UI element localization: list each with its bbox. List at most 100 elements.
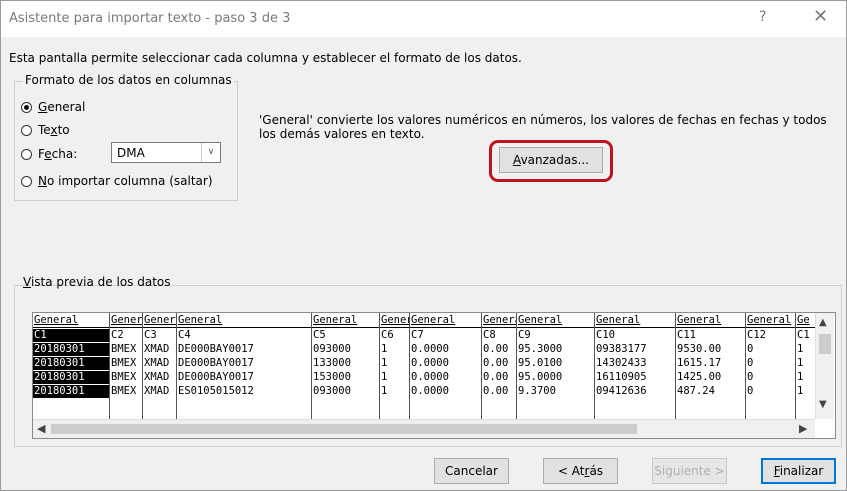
data-preview-label: Vista previa de los datos: [23, 275, 171, 289]
preview-cell: C3: [144, 329, 157, 341]
preview-cell: 093000: [313, 385, 351, 397]
column-format-header[interactable]: General: [517, 314, 595, 327]
back-button[interactable]: < Atrás: [543, 458, 618, 484]
preview-cell: 95.3000: [518, 343, 563, 355]
preview-cell: 14302433: [596, 357, 647, 369]
preview-cell: 0.00: [483, 343, 509, 355]
preview-cell: C4: [178, 329, 191, 341]
preview-cell: 0: [747, 343, 754, 355]
preview-cell: XMAD: [144, 357, 170, 369]
preview-cell: C1: [797, 329, 810, 341]
next-button[interactable]: Siguiente >: [652, 458, 727, 484]
column-separator[interactable]: [745, 313, 746, 419]
column-format-header[interactable]: General: [410, 314, 482, 327]
radio-text-label: Texto: [38, 123, 70, 137]
preview-cell: 0: [747, 371, 754, 383]
preview-cell: 20180301: [33, 385, 109, 398]
scroll-down-icon[interactable]: ▼: [819, 399, 827, 410]
column-separator[interactable]: [675, 313, 676, 419]
data-preview-grid[interactable]: GeneralGeneralGeneralGeneralGeneralGener…: [32, 312, 836, 439]
preview-row: C1 C2 C3 C4 C5 C6 C7 C8 C9 C10 C11 C12 C1: [33, 329, 815, 342]
column-format-header[interactable]: General: [143, 314, 177, 327]
column-separator[interactable]: [594, 313, 595, 419]
preview-cell: 1: [381, 385, 388, 397]
radio-selected-icon[interactable]: [21, 101, 32, 113]
vertical-scrollbar[interactable]: ▲ ▼: [815, 313, 834, 419]
radio-icon[interactable]: [21, 175, 32, 187]
preview-cell: 09383177: [596, 343, 647, 355]
preview-cell: 0.00: [483, 357, 509, 369]
scroll-up-icon[interactable]: ▲: [819, 317, 827, 328]
column-format-header[interactable]: General: [746, 314, 796, 327]
column-separator[interactable]: [311, 313, 312, 419]
column-separator[interactable]: [516, 313, 517, 419]
column-format-header[interactable]: General: [380, 314, 410, 327]
preview-cell: 9530.00: [677, 343, 722, 355]
preview-cell: 153000: [313, 371, 351, 383]
preview-header-row[interactable]: GeneralGeneralGeneralGeneralGeneralGener…: [33, 314, 815, 327]
preview-cell: 0.00: [483, 385, 509, 397]
preview-cell: C2: [111, 329, 124, 341]
header-separator: [33, 327, 815, 328]
preview-cell: 093000: [313, 343, 351, 355]
column-format-header[interactable]: Ge: [796, 314, 815, 327]
column-format-header[interactable]: General: [312, 314, 380, 327]
radio-general[interactable]: General: [21, 100, 85, 114]
preview-cell: 0.0000: [411, 357, 449, 369]
column-separator[interactable]: [176, 313, 177, 419]
column-separator[interactable]: [142, 313, 143, 419]
preview-cell: C6: [381, 329, 394, 341]
column-format-header[interactable]: General: [110, 314, 143, 327]
preview-cell: 1425.00: [677, 371, 722, 383]
preview-cell: 20180301: [33, 357, 109, 370]
preview-cell: DE000BAY0017: [178, 371, 254, 383]
preview-table[interactable]: GeneralGeneralGeneralGeneralGeneralGener…: [33, 313, 815, 419]
column-format-header[interactable]: General: [595, 314, 676, 327]
column-separator[interactable]: [795, 313, 796, 419]
radio-text[interactable]: Texto: [21, 123, 70, 137]
horizontal-scrollbar[interactable]: ◀ ▶: [33, 419, 815, 438]
column-separator[interactable]: [409, 313, 410, 419]
vertical-scroll-thumb[interactable]: [819, 334, 831, 354]
radio-general-label: General: [38, 100, 86, 114]
preview-cell: C11: [677, 329, 696, 341]
column-separator[interactable]: [379, 313, 380, 419]
preview-cell: C12: [747, 329, 766, 341]
radio-skip-column[interactable]: No importar columna (saltar): [21, 174, 213, 188]
preview-cell: 133000: [313, 357, 351, 369]
chevron-down-icon[interactable]: ∨: [201, 143, 220, 162]
preview-cell: 1: [381, 371, 388, 383]
scroll-right-icon[interactable]: ▶: [799, 422, 807, 435]
scroll-left-icon[interactable]: ◀: [37, 422, 45, 435]
preview-cell: 95.0100: [518, 357, 563, 369]
column-format-header[interactable]: General: [482, 314, 517, 327]
finish-button[interactable]: Finalizar: [761, 458, 836, 484]
horizontal-scroll-thumb[interactable]: [51, 424, 637, 434]
step-description: Esta pantalla permite seleccionar cada c…: [9, 51, 522, 65]
close-button[interactable]: ✕: [813, 6, 828, 27]
column-separator[interactable]: [481, 313, 482, 419]
cancel-button[interactable]: Cancelar: [434, 458, 509, 484]
help-button[interactable]: ?: [759, 9, 766, 25]
date-format-select[interactable]: DMA ∨: [111, 142, 221, 163]
preview-cell: 1: [797, 371, 804, 383]
radio-icon[interactable]: [21, 124, 32, 136]
column-separator[interactable]: [109, 313, 110, 419]
date-format-value: DMA: [117, 146, 145, 160]
preview-cell: XMAD: [144, 385, 170, 397]
column-format-header[interactable]: General: [177, 314, 312, 327]
title-bar: Asistente para importar texto - paso 3 d…: [1, 1, 846, 37]
column-format-header[interactable]: General: [676, 314, 746, 327]
advanced-button[interactable]: Avanzadas...: [499, 147, 603, 173]
window-title: Asistente para importar texto - paso 3 d…: [9, 11, 291, 26]
preview-cell: 20180301: [33, 343, 109, 356]
preview-cell: 1: [797, 343, 804, 355]
preview-cell: XMAD: [144, 343, 170, 355]
preview-cell: 0: [747, 357, 754, 369]
column-format-header[interactable]: General: [33, 314, 109, 327]
format-info-text: 'General' convierte los valores numérico…: [259, 113, 827, 141]
preview-cell: BMEX: [111, 371, 137, 383]
radio-icon[interactable]: [21, 148, 32, 160]
radio-date[interactable]: Fecha:: [21, 147, 77, 161]
preview-cell: 1: [381, 343, 388, 355]
